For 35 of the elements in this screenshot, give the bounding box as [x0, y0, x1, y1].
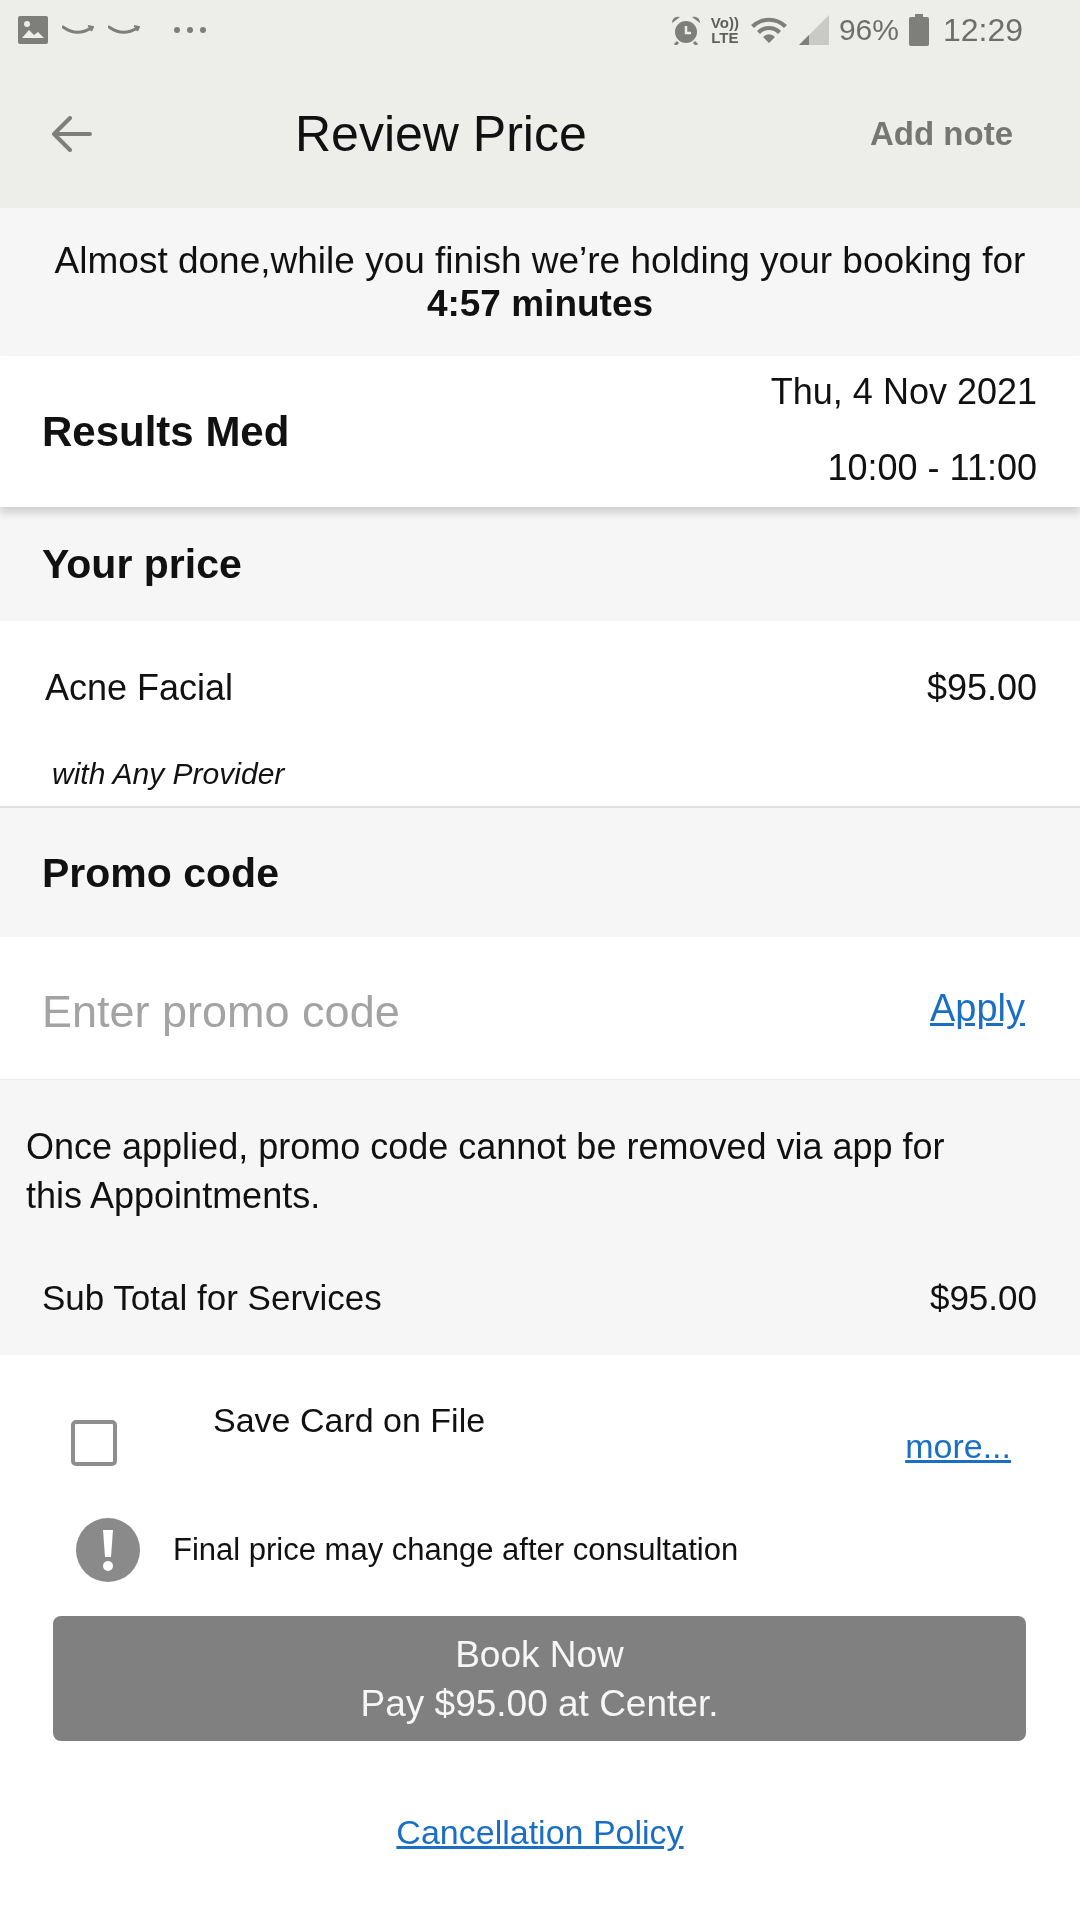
alarm-icon	[670, 15, 701, 45]
section-title: Your price	[42, 540, 242, 588]
gallery-icon	[18, 16, 48, 44]
subtotal-amount: $95.00	[929, 1278, 1037, 1318]
save-card-label: Save Card on File	[213, 1400, 486, 1440]
battery-icon	[908, 14, 929, 46]
add-note-button[interactable]: Add note	[870, 114, 1013, 154]
promo-note: Once applied, promo code cannot be removed via app for this Appointments.	[26, 1125, 946, 1218]
battery-percent: 96%	[838, 13, 899, 47]
service-name: Acne Facial	[45, 668, 234, 708]
center-name: Results Med	[42, 407, 290, 456]
more-link[interactable]: more...	[905, 1426, 1011, 1466]
notice-text: Final price may change after consultation	[173, 1532, 739, 1568]
promo-code-field[interactable]: Enter promo code	[42, 985, 910, 1039]
service-price: $95.00	[926, 668, 1037, 708]
countdown-timer: 4:57 minutes	[426, 282, 654, 325]
clock-time: 12:29	[942, 13, 1023, 47]
more-icon	[174, 27, 206, 33]
subtotal-label: Sub Total for Services	[42, 1278, 382, 1318]
exclamation-icon	[76, 1518, 140, 1582]
section-title: Promo code	[42, 848, 279, 897]
smile-arc-icon	[108, 25, 140, 35]
smile-arc-icon	[62, 25, 94, 35]
appointment-time: 10:00 - 11:00	[827, 447, 1037, 488]
provider-label: with Any Provider	[52, 757, 285, 791]
signal-icon	[798, 15, 829, 45]
appointment-date: Thu, 4 Nov 2021	[770, 371, 1037, 412]
book-now-button[interactable]: Book Now Pay $95.00 at Center.	[53, 1616, 1026, 1741]
cancellation-policy-link[interactable]: Cancellation Policy	[396, 1813, 684, 1851]
volte-indicator: Vo)) LTE	[710, 15, 739, 45]
hold-message: Almost done,while you finish we’re holding your booking for	[54, 239, 1026, 282]
save-card-checkbox[interactable]	[71, 1420, 117, 1466]
screen-title: Review Price	[295, 105, 588, 163]
apply-link[interactable]: Apply	[929, 986, 1025, 1030]
back-arrow-icon[interactable]	[50, 116, 92, 152]
